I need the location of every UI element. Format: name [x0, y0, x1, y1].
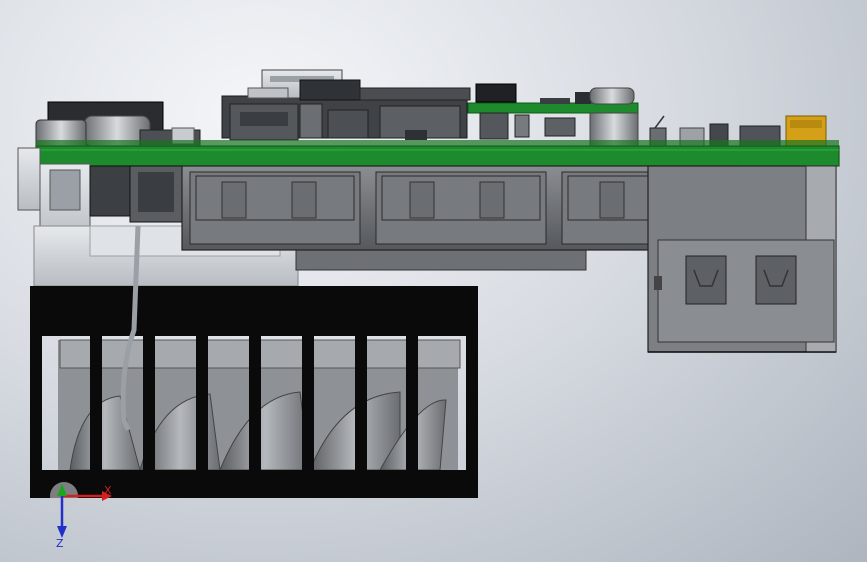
connector-slot-1[interactable] — [189, 171, 361, 245]
usb-housing[interactable] — [647, 165, 837, 353]
x-axis-label: X — [104, 484, 112, 497]
connector-slot-2[interactable] — [375, 171, 547, 245]
capacitor[interactable] — [589, 87, 635, 105]
coordinate-triad-icon: X Z — [50, 482, 112, 550]
ic-chip[interactable] — [475, 83, 517, 103]
cad-graphics-area[interactable]: X Z — [0, 0, 867, 562]
assembly-model-view[interactable] — [0, 0, 867, 562]
z-axis-label: Z — [56, 537, 64, 550]
main-pcb[interactable] — [35, 140, 840, 167]
